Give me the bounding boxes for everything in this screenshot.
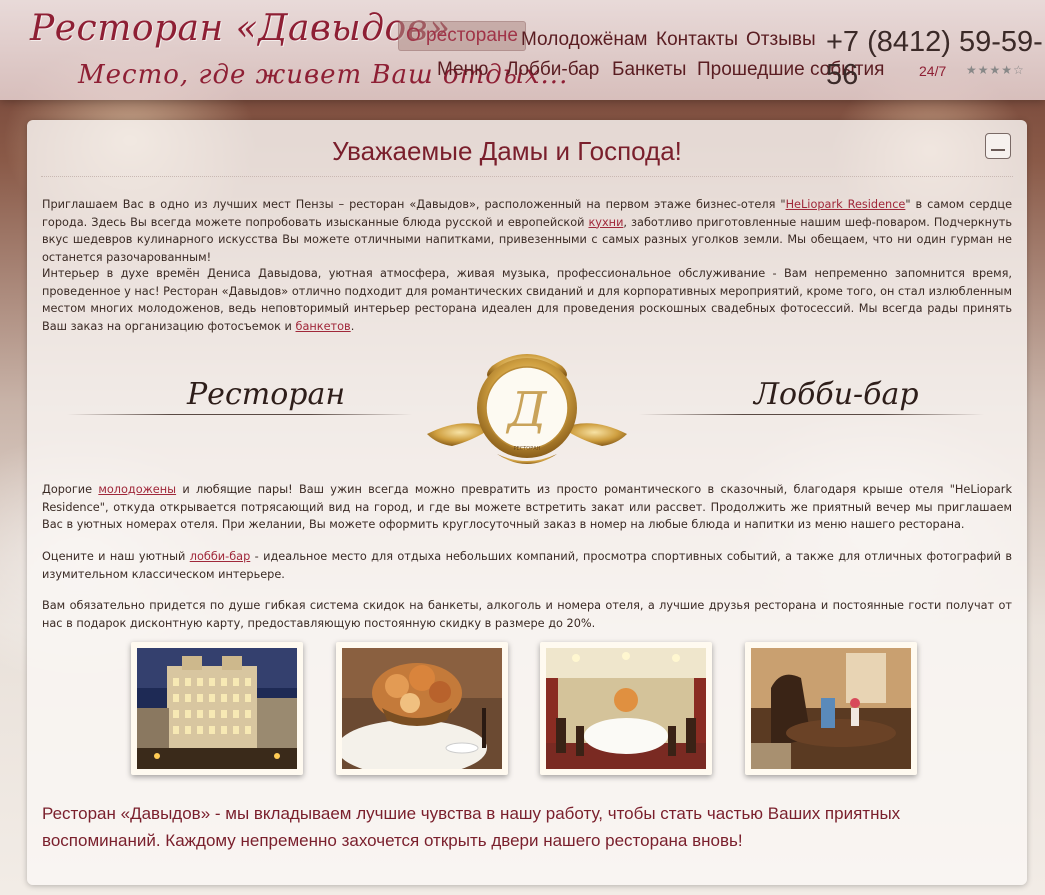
title-divider — [41, 176, 1013, 177]
link-cuisine[interactable]: кухни — [588, 216, 623, 229]
collapse-panel-button[interactable] — [985, 133, 1011, 159]
photo-restaurant-table-flowers[interactable] — [336, 642, 508, 775]
newlyweds-text-2: и любящие пары! Ваш ужин всегда можно пр… — [42, 483, 1012, 531]
photo-hotel-exterior[interactable] — [131, 642, 303, 775]
site-header: Ресторан «Давыдов» Место, где живет Ваш … — [0, 0, 1045, 100]
interior-paragraph: Интерьер в духе времён Дениса Давыдова, … — [42, 265, 1012, 335]
nav-menu[interactable]: Меню — [437, 59, 488, 81]
link-banquets[interactable]: банкетов — [296, 320, 351, 333]
logo-title[interactable]: Ресторан «Давыдов» — [30, 8, 451, 49]
nav-contacts[interactable]: Контакты — [656, 29, 738, 51]
lobby-bar-image — [751, 648, 911, 769]
newlyweds-text-1: Дорогие — [42, 483, 99, 496]
left-divider-line — [67, 414, 412, 415]
hotel-stars-rating: ★★★★☆ — [966, 63, 1025, 77]
newlyweds-paragraph: Дорогие молодожены и любящие пары! Ваш у… — [42, 481, 1012, 534]
lobby-paragraph: Оцените и наш уютный лобби-бар - идеальн… — [42, 548, 1012, 583]
phone-number[interactable]: +7 (8412) 59-59-56 — [826, 26, 1045, 92]
banquet-hall-image — [546, 648, 706, 769]
content-panel: Уважаемые Дамы и Господа! Приглашаем Вас… — [27, 120, 1027, 885]
closing-statement: Ресторан «Давыдов» - мы вкладываем лучши… — [42, 804, 901, 850]
link-lobby-bar[interactable]: лобби-бар — [190, 550, 251, 563]
intro-text-1: Приглашаем Вас в одно из лучших мест Пен… — [42, 198, 786, 211]
restaurant-emblem-logo[interactable]: Д РЕСТОРАН — [422, 346, 632, 468]
nav-about[interactable]: О ресторане — [398, 21, 526, 51]
right-divider-line — [639, 414, 984, 415]
page-title: Уважаемые Дамы и Господа! — [332, 136, 682, 166]
section-restaurant-link[interactable]: Ресторан — [187, 377, 345, 412]
nav-banquets[interactable]: Банкеты — [612, 59, 686, 81]
hotel-exterior-image — [137, 648, 297, 769]
nav-lobby-bar[interactable]: Лобби-бар — [506, 59, 599, 81]
interior-text-2: . — [350, 319, 355, 333]
link-newlyweds[interactable]: молодожены — [98, 483, 176, 496]
nav-reviews[interactable]: Отзывы — [746, 29, 816, 51]
link-heliopark[interactable]: HeLiopark Residence — [786, 198, 906, 211]
nav-newlyweds[interactable]: Молодожёнам — [521, 29, 647, 51]
logo-tagline: Место, где живет Ваш отдых... — [78, 60, 569, 90]
minimize-icon — [991, 149, 1005, 151]
discounts-paragraph: Вам обязательно придется по душе гибкая … — [42, 599, 1012, 630]
photo-lobby-bar[interactable] — [745, 642, 917, 775]
section-lobby-bar-link[interactable]: Лобби-бар — [754, 377, 919, 412]
hours-label: 24/7 — [919, 63, 947, 79]
emblem-letter: Д — [505, 382, 547, 438]
intro-paragraph: Приглашаем Вас в одно из лучших мест Пен… — [42, 196, 1012, 266]
interior-text-1: Интерьер в духе времён Дениса Давыдова, … — [42, 267, 1012, 333]
lobby-text-1: Оцените и наш уютный — [42, 550, 190, 563]
emblem-caption: РЕСТОРАН — [514, 446, 541, 452]
photo-banquet-hall[interactable] — [540, 642, 712, 775]
table-flowers-image — [342, 648, 502, 769]
